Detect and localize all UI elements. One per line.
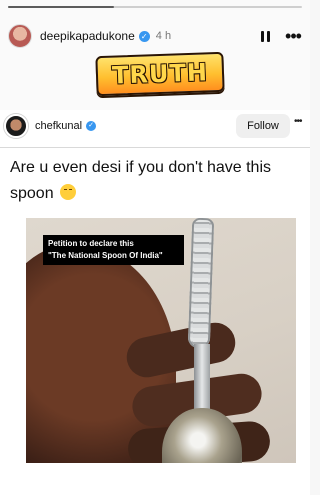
- follow-button[interactable]: Follow: [236, 114, 290, 138]
- verified-icon: ✓: [138, 30, 150, 42]
- story-time: 4 h: [155, 30, 172, 42]
- spoon-neck: [194, 344, 210, 416]
- photo-label-line-2: "The National Spoon Of India": [48, 251, 163, 260]
- instagram-story: deepikapadukone ✓ 4 h ••• TRUTH chefkuna…: [0, 0, 310, 495]
- caption-line-1: Are u even desi if you don't have this: [10, 159, 271, 176]
- author-verified-icon: ✓: [86, 121, 97, 131]
- post-photo[interactable]: Petition to declare this "The National S…: [26, 218, 296, 463]
- shared-post: chefkunal ✓ Follow ••• Are u even desi i…: [0, 110, 310, 495]
- caption-line-2: spoon: [10, 181, 310, 207]
- story-progress-fill: [8, 6, 114, 8]
- spoon-handle: [187, 218, 215, 349]
- post-caption: Are u even desi if you don't have this s…: [10, 155, 310, 211]
- photo-label: Petition to declare this "The National S…: [43, 235, 184, 265]
- caption-word: spoon: [10, 185, 54, 202]
- story-avatar[interactable]: [8, 24, 32, 48]
- post-divider: [0, 147, 310, 148]
- author-avatar[interactable]: [4, 114, 28, 138]
- post-author[interactable]: chefkunal: [35, 120, 82, 132]
- pause-icon[interactable]: [256, 27, 274, 45]
- smiling-emoji-icon: [59, 184, 76, 200]
- post-more-icon[interactable]: •••: [294, 117, 308, 133]
- photo-label-line-1: Petition to declare this: [48, 239, 134, 248]
- story-progress-bar: [8, 6, 302, 8]
- more-icon[interactable]: •••: [282, 27, 304, 45]
- truth-sticker: TRUTH: [95, 51, 225, 97]
- story-username[interactable]: deepikapadukone: [40, 29, 135, 43]
- sticker-text: TRUTH: [111, 58, 209, 90]
- story-header: deepikapadukone ✓ 4 h •••: [8, 22, 304, 50]
